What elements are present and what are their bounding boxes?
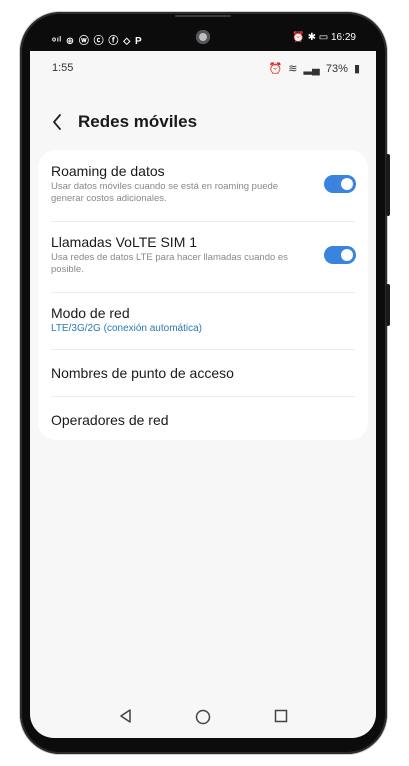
signal-icon: ▂▄ bbox=[303, 63, 320, 75]
navigation-bar bbox=[30, 704, 376, 732]
roaming-description: Usar datos móviles cuando se está en roa… bbox=[51, 181, 279, 204]
volte-description: Usa redes de datos LTE para hacer llamad… bbox=[51, 252, 288, 275]
status-icons: ⏰ ≋ ▂▄ 73% ▮ bbox=[265, 62, 360, 75]
battery-percentage: 73% bbox=[325, 63, 348, 75]
status-bar: 1:55 ⏰ ≋ ▂▄ 73% ▮ bbox=[30, 51, 376, 81]
roaming-row[interactable]: Roaming de datos Usar datos móviles cuan… bbox=[38, 150, 368, 208]
square-recents-icon bbox=[274, 709, 288, 723]
network-mode-row[interactable]: Modo de red LTE/3G/2G (conexión automáti… bbox=[38, 293, 368, 349]
screen: 1:55 ⏰ ≋ ▂▄ 73% ▮ Redes móviles Roaming … bbox=[30, 51, 376, 738]
roaming-title: Roaming de datos bbox=[51, 163, 165, 179]
battery-icon: ▮ bbox=[353, 63, 360, 75]
network-mode-value: LTE/3G/2G (conexión automática) bbox=[51, 323, 202, 334]
operators-title: Operadores de red bbox=[51, 412, 169, 428]
toggle-knob bbox=[341, 249, 353, 261]
back-button[interactable] bbox=[46, 109, 70, 135]
operators-row[interactable]: Operadores de red bbox=[38, 397, 368, 440]
front-camera bbox=[196, 30, 210, 44]
roaming-toggle[interactable] bbox=[324, 175, 356, 193]
circle-home-icon bbox=[195, 709, 211, 725]
earpiece-speaker bbox=[175, 15, 231, 17]
power-button bbox=[386, 284, 390, 326]
status-time: 1:55 bbox=[52, 62, 74, 74]
device-status-right: ⏰ ✱ ▭ 16:29 bbox=[292, 32, 356, 43]
volume-button bbox=[386, 154, 390, 216]
settings-card: Roaming de datos Usar datos móviles cuan… bbox=[38, 150, 368, 440]
nav-recents-button[interactable] bbox=[273, 708, 295, 728]
nav-home-button[interactable] bbox=[194, 708, 216, 728]
page-header: Redes móviles bbox=[30, 109, 376, 139]
apn-title: Nombres de punto de acceso bbox=[51, 365, 234, 381]
network-mode-title: Modo de red bbox=[51, 305, 130, 321]
volte-toggle[interactable] bbox=[324, 246, 356, 264]
volte-row[interactable]: Llamadas VoLTE SIM 1 Usa redes de datos … bbox=[38, 222, 368, 292]
apn-row[interactable]: Nombres de punto de acceso bbox=[38, 350, 368, 396]
page-title: Redes móviles bbox=[78, 112, 198, 131]
chevron-left-icon bbox=[53, 114, 61, 130]
notification-icons: ᵒᶦˡ ⊕ ⓦ ⓒ ⓕ ⬦ P bbox=[52, 36, 143, 47]
alarm-icon: ⏰ bbox=[268, 63, 283, 75]
triangle-back-icon bbox=[120, 709, 131, 723]
wifi-icon: ≋ bbox=[288, 63, 298, 75]
volte-title: Llamadas VoLTE SIM 1 bbox=[51, 234, 198, 250]
nav-back-button[interactable] bbox=[118, 708, 140, 728]
toggle-knob bbox=[341, 178, 353, 190]
